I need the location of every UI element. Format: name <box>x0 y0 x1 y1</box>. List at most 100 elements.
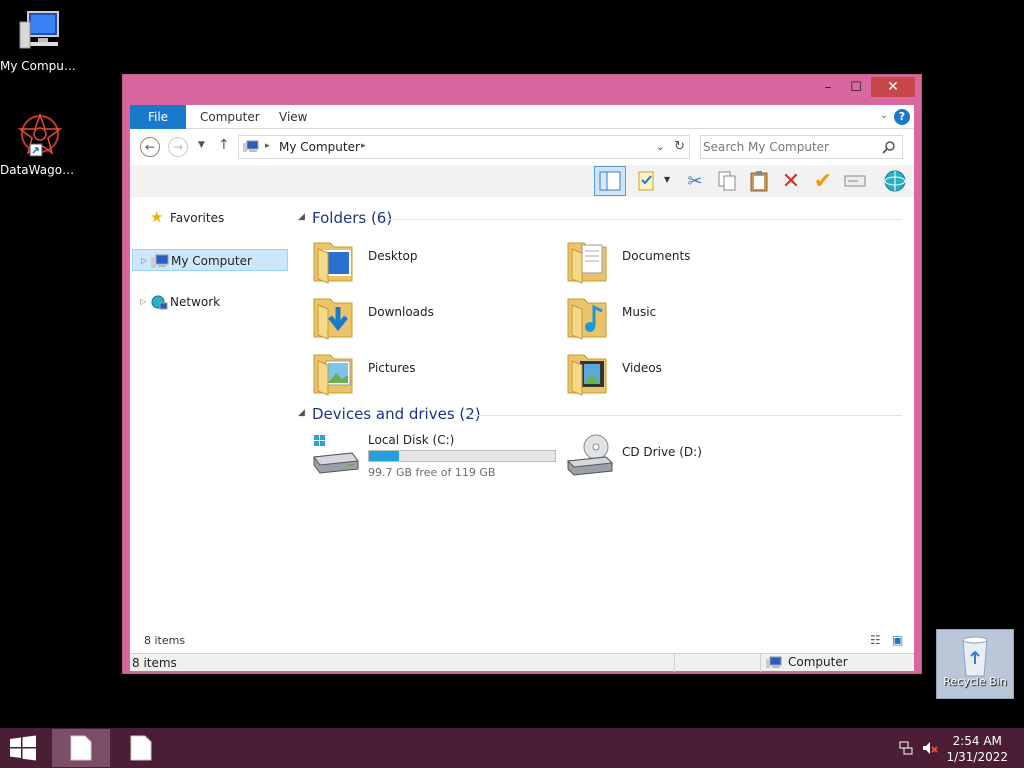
drive-label: Local Disk (C:) <box>368 433 455 447</box>
drive-cd-d[interactable]: CD Drive (D:) <box>566 431 806 483</box>
cd-drive-icon <box>566 434 614 476</box>
breadcrumb-my-computer[interactable]: My Computer <box>279 140 360 154</box>
group-divider <box>388 219 902 220</box>
nav-item-favorites[interactable]: ★ Favorites <box>132 207 288 229</box>
drives-group-header[interactable]: ◢ Devices and drives (2) <box>296 405 908 425</box>
expand-arrow-icon[interactable]: ▷ <box>141 250 147 272</box>
item-count: 8 items <box>144 634 186 647</box>
properties-button[interactable] <box>634 168 660 194</box>
refresh-icon[interactable]: ↻ <box>674 139 685 154</box>
collapse-arrow-icon[interactable]: ◢ <box>298 408 305 418</box>
pictures-folder-icon <box>313 354 353 396</box>
tab-computer[interactable]: Computer <box>200 105 260 129</box>
system-clock[interactable]: 2:54 AM 1/31/2022 <box>946 733 1008 765</box>
folder-desktop[interactable]: Desktop <box>312 235 552 287</box>
status-item-count: 8 items <box>132 656 177 670</box>
drive-usage-bar <box>368 450 556 462</box>
address-row: ← → ▼ ↑ ▸ My Computer ▸ ⌄ ↻ <box>130 130 914 164</box>
copy-button[interactable] <box>714 168 740 194</box>
expand-arrow-icon[interactable]: ▷ <box>140 291 146 313</box>
close-button[interactable]: ✕ <box>871 77 915 97</box>
videos-folder-icon <box>567 354 607 396</box>
nav-item-my-computer[interactable]: ▷ My Computer <box>132 249 288 271</box>
computer-icon <box>766 656 782 668</box>
back-button[interactable]: ← <box>140 137 160 157</box>
clock-time: 2:54 AM <box>952 734 1002 748</box>
minimize-button[interactable]: – <box>815 77 841 97</box>
paste-icon <box>750 171 768 192</box>
folders-group-title: Folders (6) <box>312 209 393 227</box>
up-button[interactable]: ↑ <box>218 137 230 153</box>
tab-file[interactable]: File <box>130 105 186 129</box>
breadcrumb-separator-icon[interactable]: ▸ <box>361 141 366 151</box>
taskbar-button-app[interactable] <box>112 729 170 767</box>
window-client: File Computer View ⌄ ? ← → ▼ ↑ ▸ My Comp… <box>130 105 914 672</box>
search-icon[interactable] <box>882 141 896 155</box>
folder-videos[interactable]: Videos <box>566 347 806 399</box>
status-location: Computer <box>788 655 848 669</box>
status-bar: 8 items Computer <box>130 653 914 672</box>
drive-usage-fill <box>369 451 400 461</box>
folder-label: Videos <box>622 361 662 375</box>
start-button[interactable] <box>8 735 38 761</box>
status-separator <box>760 654 761 672</box>
volume-muted-icon[interactable] <box>922 740 938 756</box>
forward-button[interactable]: → <box>168 137 188 157</box>
drive-free-space: 99.7 GB free of 119 GB <box>368 466 496 479</box>
tab-view[interactable]: View <box>279 105 307 129</box>
drive-local-c[interactable]: Local Disk (C:) 99.7 GB free of 119 GB <box>312 431 556 483</box>
preview-pane-button[interactable] <box>594 166 626 196</box>
preview-pane-icon <box>599 171 621 191</box>
drive-icon <box>844 175 866 187</box>
folder-downloads[interactable]: Downloads <box>312 291 552 343</box>
address-dropdown-icon[interactable]: ⌄ <box>656 140 665 153</box>
desktop-icon-datawagon[interactable]: DataWagon... <box>0 112 80 177</box>
folders-group-header[interactable]: ◢ Folders (6) <box>296 209 908 229</box>
internet-button[interactable] <box>882 168 908 194</box>
paste-button[interactable] <box>746 168 772 194</box>
desktop-folder-icon <box>313 242 353 284</box>
breadcrumb-separator-icon[interactable]: ▸ <box>265 141 270 151</box>
map-drive-button[interactable] <box>842 168 868 194</box>
folder-label: Desktop <box>368 249 418 263</box>
drives-group-title: Devices and drives (2) <box>312 405 481 423</box>
computer-icon <box>151 254 169 268</box>
details-view-icon[interactable]: ☷ <box>870 633 886 649</box>
computer-icon <box>19 11 59 49</box>
title-bar[interactable]: – ☐ ✕ <box>123 75 921 105</box>
clock-date: 1/31/2022 <box>946 750 1008 764</box>
nav-item-label: Favorites <box>170 211 225 225</box>
properties-dropdown-icon[interactable]: ▼ <box>664 175 670 184</box>
nav-item-network[interactable]: ▷ Network <box>132 291 288 313</box>
taskbar-button-explorer[interactable] <box>52 729 110 767</box>
drive-label: CD Drive (D:) <box>622 445 702 459</box>
search-box[interactable] <box>700 135 903 159</box>
delete-button[interactable]: ✕ <box>778 168 804 194</box>
desktop-icon-recycle-bin[interactable]: Recycle Bin <box>936 629 1014 699</box>
navigation-pane: ★ Favorites ▷ My Computer ▷ Network <box>130 197 296 629</box>
help-button[interactable]: ? <box>894 109 910 125</box>
large-icons-view-icon[interactable]: ▣ <box>892 633 908 649</box>
collapse-arrow-icon[interactable]: ◢ <box>298 212 305 222</box>
downloads-folder-icon <box>313 298 353 340</box>
recent-locations-icon[interactable]: ▼ <box>198 140 205 150</box>
folder-documents[interactable]: Documents <box>566 235 806 287</box>
expand-ribbon-icon[interactable]: ⌄ <box>880 110 888 121</box>
search-input[interactable] <box>703 138 878 156</box>
desktop-icon-my-computer[interactable]: My Computer <box>0 8 80 73</box>
folder-label: Documents <box>622 249 691 263</box>
folder-pictures[interactable]: Pictures <box>312 347 552 399</box>
globe-icon <box>884 170 906 192</box>
explorer-window: – ☐ ✕ File Computer View ⌄ ? ← → ▼ ↑ ▸ M… <box>122 74 922 674</box>
details-status: 8 items ☷ ▣ <box>130 629 914 653</box>
cut-button[interactable]: ✂ <box>682 168 708 194</box>
folder-label: Downloads <box>368 305 434 319</box>
maximize-button[interactable]: ☐ <box>843 77 869 97</box>
desktop-icon-label: My Computer <box>0 59 80 73</box>
address-bar[interactable]: ▸ My Computer ▸ ⌄ ↻ <box>238 135 690 159</box>
rename-button[interactable]: ✔ <box>810 168 836 194</box>
folder-music[interactable]: Music <box>566 291 806 343</box>
status-separator <box>674 654 675 672</box>
network-status-icon[interactable] <box>898 740 914 756</box>
documents-folder-icon <box>567 242 607 284</box>
